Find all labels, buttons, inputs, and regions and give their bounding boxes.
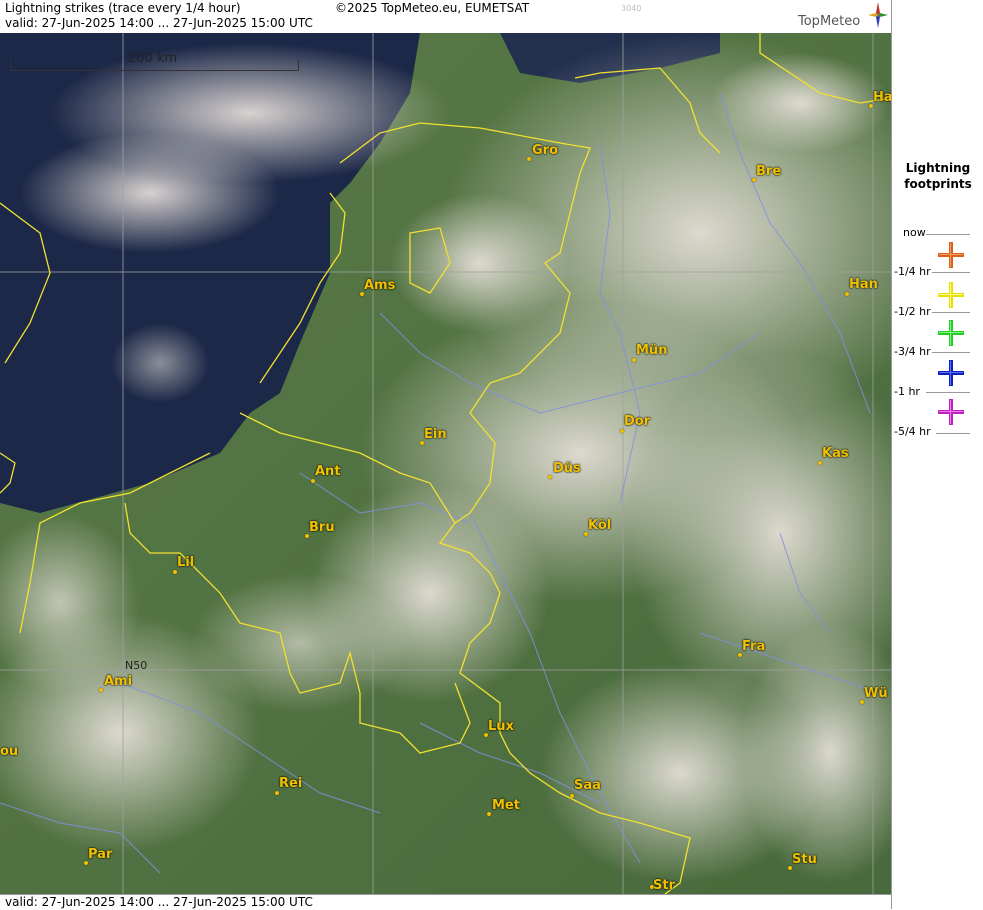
city-label: Ant: [315, 464, 341, 479]
city-label: Düs: [553, 461, 581, 476]
valid-time: valid: 27-Jun-2025 14:00 ... 27-Jun-2025…: [5, 16, 313, 30]
lightning-cross-icon: [938, 360, 964, 386]
city-label: Mün: [636, 343, 668, 358]
city-label: Dor: [624, 414, 651, 429]
city-label: Saa: [574, 778, 601, 793]
legend-divider: [926, 234, 970, 235]
legend-label-now: now: [903, 226, 926, 239]
city-label: Köl: [588, 518, 612, 533]
city-marker: [818, 461, 822, 465]
latitude-label: N50: [125, 659, 148, 672]
legend-label: -1/4 hr: [894, 265, 931, 278]
legend-divider: [932, 312, 970, 313]
legend-divider: [936, 433, 970, 434]
city-label: Str: [653, 878, 675, 893]
map-title: Lightning strikes (trace every 1/4 hour): [5, 1, 241, 15]
city-label: Han: [849, 277, 878, 292]
city-label: Lil: [177, 555, 195, 570]
city-label: Bre: [756, 164, 782, 179]
city-marker: [275, 791, 279, 795]
city-label: Gro: [532, 143, 559, 158]
city-marker: [548, 475, 552, 479]
city-label: Met: [492, 798, 520, 813]
city-label: Par: [88, 847, 113, 862]
legend-divider: [932, 272, 970, 273]
lightning-cross-icon: [938, 242, 964, 268]
lightning-cross-icon: [938, 399, 964, 425]
legend-title: Lightning footprints: [892, 160, 983, 192]
city-marker: [527, 157, 531, 161]
city-label: Bru: [309, 520, 335, 535]
city-marker: [99, 688, 103, 692]
city-label: Lux: [488, 719, 514, 734]
city-marker: [620, 429, 624, 433]
compass-logo-icon: [868, 2, 888, 28]
satellite-map[interactable]: 200 km N50 Gro Bre Ha Ams Han Mün Ein Do…: [0, 33, 891, 894]
city-label: ou: [0, 744, 19, 759]
lightning-cross-icon: [938, 320, 964, 346]
city-marker: [487, 812, 491, 816]
legend-label: -1 hr: [894, 385, 920, 398]
city-marker: [570, 794, 574, 798]
city-label: Fra: [742, 639, 766, 654]
legend-panel: Lightning footprints now -1/4 hr -1/2 hr…: [891, 0, 983, 909]
city-label: Ams: [364, 278, 396, 293]
legend-label: -3/4 hr: [894, 345, 931, 358]
scale-label: 200 km: [128, 51, 178, 66]
legend-title-line: footprints: [904, 177, 972, 191]
city-label: Kas: [822, 446, 849, 461]
map-canvas: [0, 33, 891, 894]
city-label: Stu: [792, 852, 817, 867]
legend-title-line: Lightning: [905, 161, 971, 175]
city-marker: [173, 570, 177, 574]
footer-bar: valid: 27-Jun-2025 14:00 ... 27-Jun-2025…: [0, 894, 891, 910]
legend-divider: [926, 392, 970, 393]
copyright: ©2025 TopMeteo.eu, EUMETSAT: [335, 1, 530, 15]
map-code: 3040: [621, 4, 642, 13]
city-label: Ha: [873, 90, 891, 105]
legend-divider: [932, 352, 970, 353]
lightning-cross-icon: [938, 282, 964, 308]
city-label: Ein: [424, 427, 447, 442]
city-label: Ami: [104, 674, 133, 689]
topmeteo-logo: TopMeteo: [798, 14, 861, 29]
city-label: Wü: [864, 686, 888, 701]
city-marker: [632, 358, 636, 362]
city-label: Rei: [279, 776, 303, 791]
header-bar: Lightning strikes (trace every 1/4 hour)…: [0, 0, 891, 34]
legend-label: -1/2 hr: [894, 305, 931, 318]
city-marker: [311, 479, 315, 483]
valid-time-footer: valid: 27-Jun-2025 14:00 ... 27-Jun-2025…: [5, 895, 313, 909]
city-marker: [845, 292, 849, 296]
legend-label: -5/4 hr: [894, 425, 931, 438]
